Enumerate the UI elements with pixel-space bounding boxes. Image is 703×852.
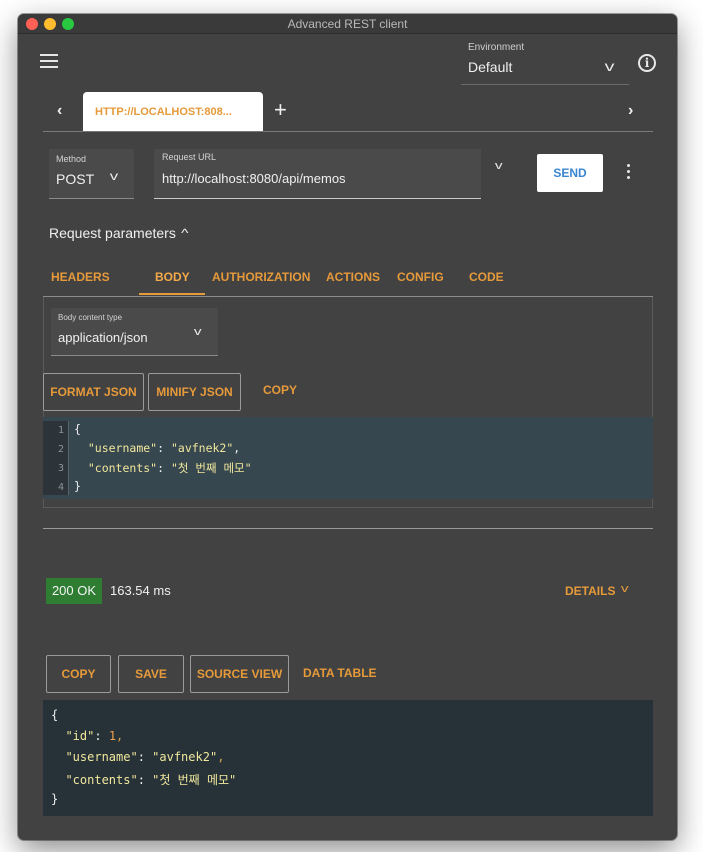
format-json-button[interactable]: FORMAT JSON xyxy=(43,373,144,411)
copy-response-button[interactable]: COPY xyxy=(46,655,111,693)
close-window-button[interactable] xyxy=(26,18,38,30)
maximize-window-button[interactable] xyxy=(62,18,74,30)
response-line: "username": "avfnek2", xyxy=(65,750,225,764)
response-line: } xyxy=(51,792,59,806)
active-tab-indicator xyxy=(139,293,205,295)
save-response-button[interactable]: SAVE xyxy=(118,655,184,693)
response-body: { "id": 1, "username": "avfnek2", "conte… xyxy=(43,700,653,816)
method-label: Method xyxy=(56,154,87,164)
environment-select[interactable]: Default xyxy=(468,59,512,75)
request-tab-bar: ‹ HTTP://LOCALHOST:808... + › xyxy=(43,92,653,132)
environment-label: Environment xyxy=(468,42,525,53)
section-divider xyxy=(43,528,653,529)
content-type-select[interactable]: Body content type application/json v xyxy=(51,308,218,356)
more-options-icon[interactable] xyxy=(627,164,631,182)
tabs-prev-icon[interactable]: ‹ xyxy=(57,102,62,120)
request-params-tabs: HEADERS BODY AUTHORIZATION ACTIONS CONFI… xyxy=(43,264,653,298)
chevron-down-icon[interactable]: v xyxy=(605,58,615,74)
line-number: 3 xyxy=(57,463,64,474)
add-tab-icon[interactable]: + xyxy=(274,97,287,123)
data-table-button[interactable]: DATA TABLE xyxy=(303,666,377,680)
status-badge: 200 OK xyxy=(46,578,102,604)
method-select[interactable]: Method POST v xyxy=(49,149,134,199)
tab-bar-divider xyxy=(43,131,653,132)
copy-body-button[interactable]: COPY xyxy=(263,383,297,397)
tab-actions[interactable]: ACTIONS xyxy=(326,270,380,284)
url-history-chevron-icon[interactable]: v xyxy=(495,160,503,172)
code-line: "contents": "첫 번째 메모" xyxy=(87,461,252,475)
line-number: 2 xyxy=(57,444,64,455)
tab-headers[interactable]: HEADERS xyxy=(51,270,110,284)
chevron-down-icon[interactable]: v xyxy=(621,583,629,595)
tabs-next-icon[interactable]: › xyxy=(628,102,633,120)
code-line: "username": "avfnek2", xyxy=(87,441,241,455)
url-value: http://localhost:8080/api/memos xyxy=(162,171,346,186)
response-line: { xyxy=(51,708,59,722)
minimize-window-button[interactable] xyxy=(44,18,56,30)
response-line: "contents": "첫 번째 메모" xyxy=(65,773,237,787)
send-button[interactable]: SEND xyxy=(537,154,603,192)
request-parameters-title[interactable]: Request parameters xyxy=(49,225,176,241)
method-value: POST xyxy=(56,171,95,187)
window-title: Advanced REST client xyxy=(287,17,408,31)
line-number: 4 xyxy=(57,482,64,493)
code-line: { xyxy=(74,422,81,436)
details-button[interactable]: DETAILS xyxy=(565,584,615,598)
line-number: 1 xyxy=(57,425,64,436)
title-bar: Advanced REST client xyxy=(18,14,677,34)
info-icon[interactable]: i xyxy=(638,54,656,72)
tab-code[interactable]: CODE xyxy=(469,270,504,284)
hamburger-menu-icon[interactable] xyxy=(40,54,58,68)
tab-authorization[interactable]: AUTHORIZATION xyxy=(212,270,310,284)
content-type-label: Body content type xyxy=(58,313,123,322)
source-view-button[interactable]: SOURCE VIEW xyxy=(190,655,289,693)
tab-request-active[interactable]: HTTP://LOCALHOST:808... xyxy=(83,92,263,132)
minify-json-button[interactable]: MINIFY JSON xyxy=(148,373,241,411)
code-line: } xyxy=(74,479,81,493)
content-type-value: application/json xyxy=(58,330,148,345)
line-number-gutter: 1 2 3 4 xyxy=(43,421,69,495)
tab-body[interactable]: BODY xyxy=(155,270,190,284)
environment-underline xyxy=(461,84,629,85)
app-toolbar: Environment Default v i xyxy=(18,34,677,96)
body-code-editor[interactable]: 1 2 3 4 { "username": "avfnek2", "conten… xyxy=(43,417,653,499)
tab-config[interactable]: CONFIG xyxy=(397,270,444,284)
response-line: "id": 1, xyxy=(65,729,124,743)
chevron-down-icon: v xyxy=(109,169,119,183)
chevron-down-icon: v xyxy=(193,326,202,338)
url-label: Request URL xyxy=(162,152,217,162)
app-window: Advanced REST client Environment Default… xyxy=(18,14,677,840)
chevron-up-icon[interactable]: ^ xyxy=(181,226,188,240)
response-time: 163.54 ms xyxy=(110,583,171,598)
url-input[interactable]: Request URL http://localhost:8080/api/me… xyxy=(154,149,481,199)
